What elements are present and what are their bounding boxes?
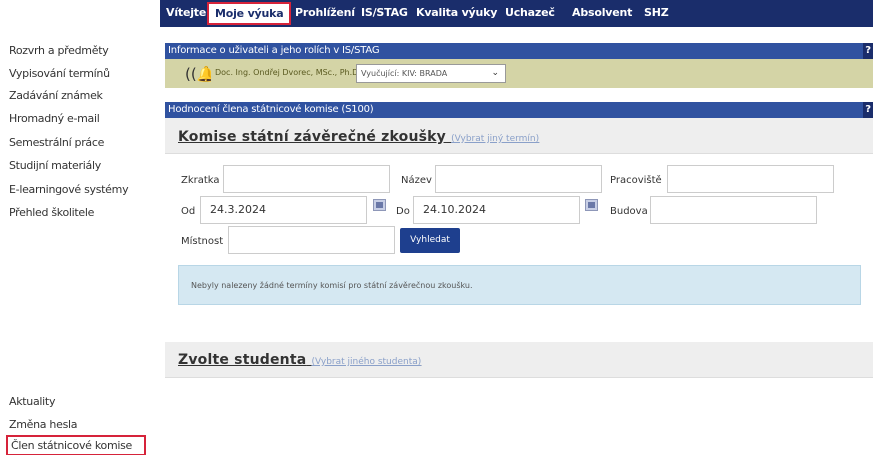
sidebar-item-elearning[interactable]: E-learningové systémy <box>9 183 129 196</box>
nav-item-moje-vyuka[interactable]: Moje výuka <box>207 2 292 25</box>
top-nav: Vítejte Moje výuka Prohlížení IS/STAG Kv… <box>160 0 873 27</box>
help-icon[interactable]: ? <box>863 43 873 59</box>
role-select-value: Vyučující: KIV: BRADA <box>361 69 448 78</box>
nav-item-kvalita-vyuky[interactable]: Kvalita výuky <box>416 6 497 19</box>
student-title: Zvolte studenta (Vybrat jiného studenta) <box>178 352 421 368</box>
abbr-input[interactable] <box>223 165 390 193</box>
from-label: Od <box>181 206 196 217</box>
eval-panel-header: Hodnocení člena státnicové komise (S100)… <box>165 102 873 118</box>
sidebar-item-hromadny-email[interactable]: Hromadný e-mail <box>9 112 100 125</box>
change-term-link[interactable]: (Vybrat jiný termín) <box>451 134 539 144</box>
sidebar-item-studijni-materialy[interactable]: Studijní materiály <box>9 159 101 172</box>
user-name: Doc. Ing. Ondřej Dvorec, MSc., Ph.D., <box>211 63 363 83</box>
nav-item-vitejte[interactable]: Vítejte <box>166 6 206 19</box>
user-bar: ((🔔)) Doc. Ing. Ondřej Dvorec, MSc., Ph.… <box>165 59 873 88</box>
commission-title: Komise státní závěrečné zkoušky (Vybrat … <box>178 129 539 145</box>
student-section-header: Zvolte studenta (Vybrat jiného studenta) <box>165 342 873 378</box>
workplace-label: Pracoviště <box>610 175 662 186</box>
sidebar-item-zadavani-znamek[interactable]: Zadávání známek <box>9 89 103 102</box>
name-label: Název <box>401 175 432 186</box>
building-label: Budova <box>610 206 648 217</box>
abbr-label: Zkratka <box>181 175 220 186</box>
sidebar-item-zmena-hesla[interactable]: Změna hesla <box>9 418 78 431</box>
chevron-down-icon: ⌄ <box>491 68 499 78</box>
help-icon[interactable]: ? <box>863 102 873 118</box>
to-label: Do <box>396 206 410 217</box>
search-button[interactable]: Vyhledat <box>400 228 460 253</box>
from-date-input[interactable]: 24.3.2024 <box>200 196 367 224</box>
nav-item-uchazec[interactable]: Uchazeč <box>505 6 555 19</box>
eval-panel-title: Hodnocení člena státnicové komise (S100) <box>168 104 374 115</box>
sidebar-item-vypisovani-terminu[interactable]: Vypisování termínů <box>9 67 110 80</box>
sidebar-item-semestralni-prace[interactable]: Semestrální práce <box>9 136 104 149</box>
user-panel-title: Informace o uživateli a jeho rolích v IS… <box>168 45 380 56</box>
name-input[interactable] <box>435 165 602 193</box>
nav-item-prohlizeni[interactable]: Prohlížení <box>295 6 355 19</box>
nav-item-shz[interactable]: SHZ <box>644 6 669 19</box>
info-message: Nebyly nalezeny žádné termíny komisí pro… <box>178 265 861 305</box>
workplace-input[interactable] <box>667 165 834 193</box>
to-date-input[interactable]: 24.10.2024 <box>413 196 580 224</box>
sidebar-item-prehled-skolitele[interactable]: Přehled školitele <box>9 206 94 219</box>
calendar-icon[interactable] <box>373 199 386 211</box>
nav-item-absolvent[interactable]: Absolvent <box>572 6 632 19</box>
room-input[interactable] <box>228 226 395 254</box>
sidebar-item-rozvrh[interactable]: Rozvrh a předměty <box>9 44 109 57</box>
sidebar-item-aktuality[interactable]: Aktuality <box>9 395 55 408</box>
building-input[interactable] <box>650 196 817 224</box>
sidebar-item-clen-komise[interactable]: Člen státnicové komise <box>6 435 147 455</box>
change-student-link[interactable]: (Vybrat jiného studenta) <box>311 357 421 367</box>
nav-item-isstag[interactable]: IS/STAG <box>361 6 408 19</box>
role-select[interactable]: Vyučující: KIV: BRADA ⌄ <box>356 64 506 83</box>
user-panel-header: Informace o uživateli a jeho rolích v IS… <box>165 43 873 59</box>
room-label: Místnost <box>181 236 224 247</box>
commission-section-header: Komise státní závěrečné zkoušky (Vybrat … <box>165 118 873 154</box>
sidebar: Rozvrh a předměty Vypisování termínů Zad… <box>0 27 160 455</box>
calendar-icon[interactable] <box>585 199 598 211</box>
commission-title-text: Komise státní závěrečné zkoušky <box>178 129 447 145</box>
student-title-text: Zvolte studenta <box>178 352 307 368</box>
